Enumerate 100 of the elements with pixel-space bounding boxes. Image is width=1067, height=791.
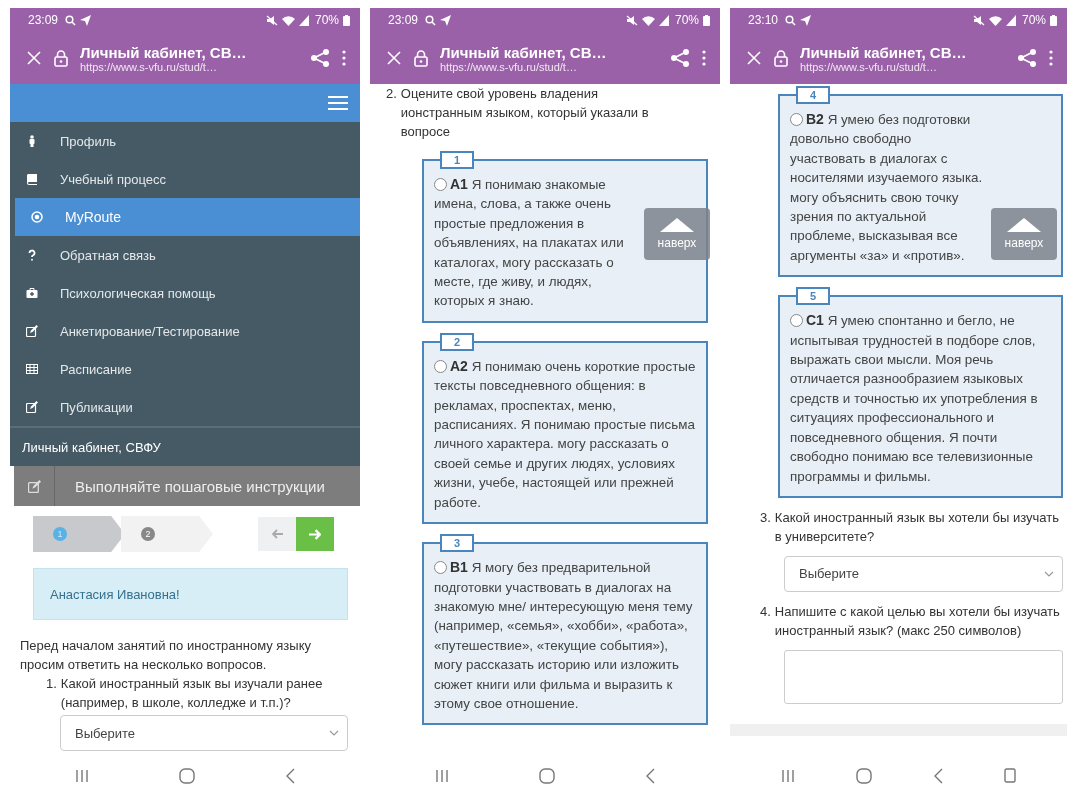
level-option[interactable]: C1 Я умею спонтанно и бегло, не испытывая трудностей в подборе слов, выражать свои мысли. Моя речь отличается разнообразием языковых средств и точностью их употребления в ситуациях профессионального и повседневного общения. Я почти свободно понимаю все телевизионные программы и фильмы. bbox=[790, 311, 1053, 486]
menu-icon[interactable] bbox=[328, 95, 348, 111]
level-number: 4 bbox=[796, 86, 831, 104]
menu-item[interactable]: MyRoute bbox=[15, 198, 360, 236]
page-title: Личный кабинет, СВ… bbox=[80, 43, 248, 61]
share-icon[interactable] bbox=[1017, 48, 1037, 68]
edit-icon bbox=[26, 325, 38, 337]
level-number: 1 bbox=[440, 151, 475, 169]
back-icon[interactable] bbox=[933, 768, 944, 784]
wifi-icon bbox=[641, 14, 655, 26]
lock-icon bbox=[774, 49, 788, 67]
menu-item[interactable]: Учебный процесс bbox=[10, 160, 360, 198]
wifi-icon bbox=[988, 14, 1002, 26]
up-triangle-icon bbox=[1007, 218, 1041, 232]
home-icon[interactable] bbox=[855, 768, 872, 784]
signal-icon bbox=[1005, 14, 1016, 26]
menu-item[interactable]: Анкетирование/Тестирование bbox=[10, 312, 360, 350]
share-icon[interactable] bbox=[310, 48, 330, 68]
battery-icon bbox=[703, 14, 710, 26]
question-number: 1. bbox=[46, 675, 57, 693]
more-options-icon[interactable] bbox=[702, 50, 706, 66]
more-options-icon[interactable] bbox=[342, 50, 346, 66]
radio-button[interactable] bbox=[434, 178, 447, 191]
level-number: 5 bbox=[796, 287, 831, 306]
clock-time: 23:09 bbox=[28, 13, 59, 27]
wizard-step[interactable]: 2 bbox=[121, 516, 213, 552]
scroll-to-top-button[interactable]: наверх bbox=[644, 208, 710, 260]
menu-item[interactable]: Публикации bbox=[10, 388, 360, 426]
send-icon bbox=[80, 14, 92, 26]
send-icon bbox=[800, 14, 812, 26]
language-select[interactable]: Выберите bbox=[60, 715, 348, 751]
home-icon[interactable] bbox=[179, 768, 195, 784]
question-number: 4. bbox=[760, 602, 771, 621]
close-icon[interactable] bbox=[26, 50, 42, 66]
scroll-to-top-button[interactable]: наверх bbox=[991, 208, 1057, 260]
radio-button[interactable] bbox=[434, 359, 447, 373]
question-text: Оцените свой уровень владения ионстранным языком, который указали в вопросе bbox=[400, 85, 650, 141]
edit-icon bbox=[26, 401, 38, 413]
home-icon[interactable] bbox=[539, 768, 555, 784]
mute-icon bbox=[972, 14, 985, 26]
rotate-screen-icon[interactable] bbox=[1004, 768, 1017, 784]
recent-apps-icon[interactable] bbox=[435, 769, 449, 783]
question-text: Какой иностранный язык вы изучали ранее (например, в школе, колледже и т.п.)? bbox=[60, 675, 324, 712]
level-option[interactable]: A1 Я понимаю знакомые имена, слова, а также очень простые предложения в объявлениях, на плакатах или каталогах, могу рассказать о месте, где живу, и людях, которых я знаю. bbox=[434, 175, 632, 311]
more-options-icon[interactable] bbox=[1049, 50, 1053, 66]
up-triangle-icon bbox=[660, 218, 694, 232]
battery-percent: 70% bbox=[314, 13, 339, 27]
radio-button[interactable] bbox=[790, 113, 803, 126]
radio-button[interactable] bbox=[790, 314, 803, 328]
chevron-down-icon bbox=[1044, 570, 1054, 577]
intro-text: Перед началом занятий по иностранному языку просим ответить на несколько вопросов. bbox=[20, 637, 312, 674]
clock-time: 23:09 bbox=[388, 13, 419, 27]
share-icon[interactable] bbox=[670, 48, 690, 68]
lock-icon bbox=[414, 49, 428, 67]
edit-icon bbox=[27, 479, 41, 493]
next-button[interactable] bbox=[296, 517, 334, 551]
page-title: Личный кабинет, СВ… bbox=[800, 43, 968, 61]
answer-text-field[interactable] bbox=[784, 649, 1063, 704]
wifi-icon bbox=[281, 14, 295, 26]
battery-icon bbox=[1050, 14, 1057, 26]
signal-icon bbox=[658, 14, 669, 26]
banner-text: Выполняйте пошаговые инструкции bbox=[74, 477, 325, 495]
table-icon bbox=[26, 363, 38, 375]
close-icon[interactable] bbox=[386, 50, 402, 66]
back-icon[interactable] bbox=[645, 768, 655, 784]
mute-icon bbox=[265, 14, 278, 26]
recent-apps-icon[interactable] bbox=[780, 769, 795, 783]
question-text: Напишите с какой целью вы хотели бы изучать иностранный язык? (макс 250 символов) bbox=[774, 602, 1061, 640]
battery-icon bbox=[343, 14, 350, 26]
send-icon bbox=[440, 14, 452, 26]
lock-icon bbox=[54, 49, 68, 67]
page-url[interactable]: https://www.s-vfu.ru/stud/t… bbox=[800, 60, 1005, 73]
recent-apps-icon[interactable] bbox=[75, 769, 89, 783]
right-arrow-icon bbox=[309, 528, 321, 540]
language-select[interactable]: Выберите bbox=[784, 555, 1063, 592]
search-icon bbox=[65, 14, 77, 26]
battery-percent: 70% bbox=[674, 13, 699, 27]
back-icon[interactable] bbox=[285, 768, 295, 784]
menu-item[interactable]: Обратная связь bbox=[10, 236, 360, 274]
menu-item[interactable]: Психологическая помощь bbox=[10, 274, 360, 312]
left-arrow-icon bbox=[271, 529, 283, 539]
page-url[interactable]: https://www.s-vfu.ru/stud/t… bbox=[80, 60, 298, 73]
book-icon bbox=[26, 173, 38, 185]
battery-percent: 70% bbox=[1021, 13, 1046, 27]
page-url[interactable]: https://www.s-vfu.ru/stud/t… bbox=[440, 60, 658, 73]
level-option[interactable]: B1 Я могу без предварительной подготовки участвовать в диалогах на знакомую мне/ интересующую меня тему (например, «семья», «хобби», «работа», «путешествие», «текущие события»), могу рассказать историю или изложить сюжет книги или фильма и выразить к этому свое отношение. bbox=[434, 558, 698, 714]
target-icon bbox=[31, 211, 43, 223]
level-option[interactable]: B2 Я умею без подготовки довольно свободно участвовать в диалогах с носителями изучаемого языка. могу объяснить свою точку зрения по актуальной проблеме, высказывая все аргументы «за» и «против». bbox=[790, 110, 987, 266]
question-text: Какой иностранный язык вы хотели бы изучать в университете? bbox=[774, 508, 1061, 546]
close-icon[interactable] bbox=[746, 50, 762, 66]
menu-item[interactable]: Расписание bbox=[10, 350, 360, 388]
level-number: 2 bbox=[440, 332, 475, 351]
first-aid-kit-icon bbox=[26, 287, 38, 299]
chevron-down-icon bbox=[329, 730, 339, 736]
radio-button[interactable] bbox=[434, 561, 447, 575]
clock-time: 23:10 bbox=[748, 13, 779, 27]
menu-item[interactable]: Профиль bbox=[10, 122, 360, 160]
question-number: 3. bbox=[760, 508, 771, 527]
sidebar-footer: Личный кабинет, СВФУ bbox=[10, 426, 360, 466]
level-option[interactable]: A2 Я понимаю очень короткие простые тексты повседневного общения: в рекламах, проспектах, меню, расписаниях. Я понимаю простые письма личного характера. могу рассказать о своей семье и других людях, условиях жизни, учебе, настоящей или прежней работе. bbox=[434, 356, 698, 513]
